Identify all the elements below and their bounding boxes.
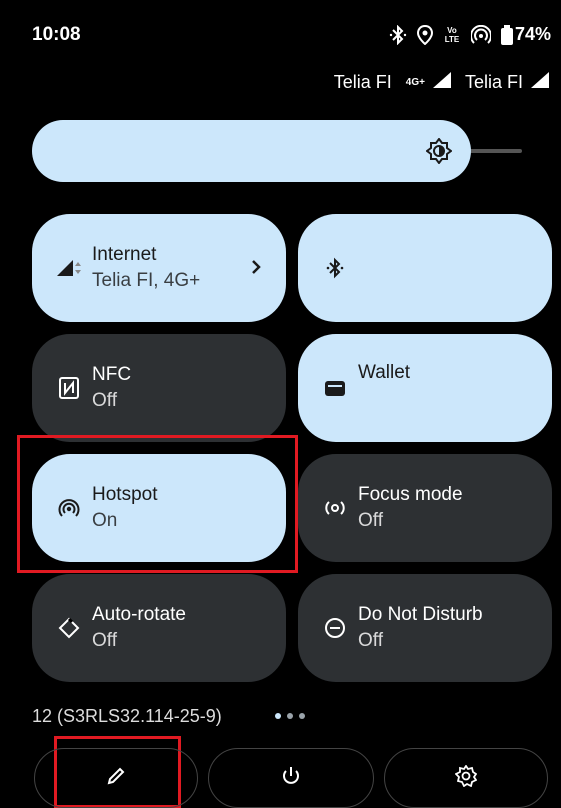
edit-button[interactable] — [34, 748, 198, 808]
settings-icon — [454, 763, 478, 792]
build-number: 12 (S3RLS32.114-25-9) — [32, 706, 222, 726]
edit-icon — [106, 766, 126, 791]
tile-subtitle: Off — [358, 510, 383, 531]
carrier-right: Telia FI — [464, 72, 523, 92]
tile-subtitle: Off — [358, 630, 383, 651]
tile-do-not-disturb[interactable]: Do Not Disturb Off — [298, 574, 552, 682]
tile-title: Do Not Disturb — [358, 604, 483, 625]
tile-nfc[interactable]: NFC Off — [32, 334, 286, 442]
volte-icon: Vo LTE — [444, 25, 460, 44]
brightness-slider[interactable] — [32, 120, 522, 182]
tile-title: Auto-rotate — [92, 604, 186, 625]
nfc-icon — [54, 377, 84, 399]
brightness-icon — [425, 137, 453, 169]
tile-title: NFC — [92, 364, 132, 385]
settings-button[interactable] — [384, 748, 548, 808]
location-icon — [416, 24, 433, 45]
focus-icon — [320, 498, 350, 518]
chevron-right-icon — [250, 258, 262, 281]
tile-wallet[interactable]: Wallet — [298, 334, 552, 442]
hotspot-status-icon — [470, 24, 491, 45]
tile-title: Focus mode — [358, 484, 463, 505]
carrier-left: Telia FI — [333, 72, 392, 92]
battery-icon — [500, 24, 513, 45]
page-dot — [275, 713, 281, 719]
status-icons: Vo LTE 74% — [389, 24, 551, 45]
bluetooth-icon — [320, 257, 350, 279]
power-icon — [280, 765, 302, 792]
page-indicator[interactable] — [275, 713, 305, 719]
tile-internet[interactable]: Internet Telia FI, 4G+ — [32, 214, 286, 322]
bluetooth-icon — [389, 24, 407, 45]
carrier-row: Telia FI 4G+ Telia FI — [334, 72, 549, 93]
wallet-icon — [320, 379, 350, 397]
signal-icon — [54, 258, 84, 278]
tile-subtitle: Telia FI, 4G+ — [92, 270, 201, 291]
tile-title: Wallet — [358, 362, 411, 383]
signal-icon — [432, 72, 451, 93]
signal-icon — [531, 72, 549, 93]
tile-bluetooth[interactable] — [298, 214, 552, 322]
tile-title: Internet — [92, 244, 157, 265]
dnd-icon — [320, 617, 350, 639]
battery-percent: 74% — [514, 24, 551, 44]
tile-auto-rotate[interactable]: Auto-rotate Off — [32, 574, 286, 682]
tile-subtitle: Off — [92, 390, 117, 411]
page-dot — [287, 713, 293, 719]
power-button[interactable] — [208, 748, 374, 808]
page-dot — [299, 713, 305, 719]
carrier-network-type: 4G+ — [405, 77, 425, 88]
tile-subtitle: Off — [92, 630, 117, 651]
status-time: 10:08 — [32, 24, 81, 45]
rotate-icon — [54, 617, 84, 639]
hotspot-highlight-box — [17, 435, 298, 573]
tile-focus-mode[interactable]: Focus mode Off — [298, 454, 552, 562]
brightness-fill — [32, 120, 471, 182]
